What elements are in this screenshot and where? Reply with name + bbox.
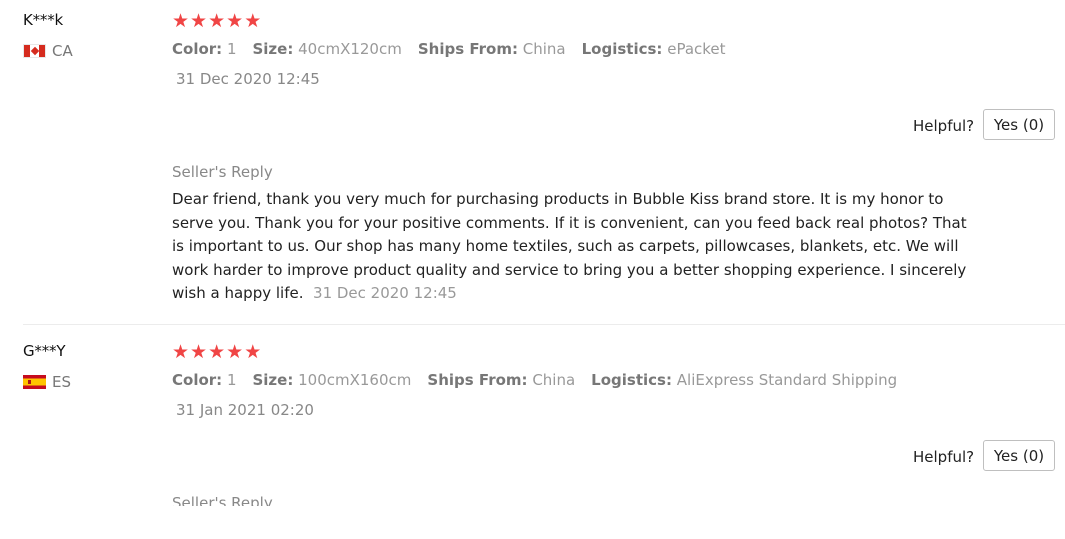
review-date: 31 Jan 2021 02:20 bbox=[176, 401, 314, 419]
attribute-logistics: Logistics: AliExpress Standard Shipping bbox=[591, 371, 898, 389]
seller-reply-date: 31 Dec 2020 12:45 bbox=[313, 284, 457, 303]
star-icon: ★ bbox=[172, 10, 190, 32]
seller-reply-message: Dear friend, thank you very much for pur… bbox=[172, 190, 967, 303]
reviewer-name: G***Y bbox=[23, 342, 66, 360]
attribute-logistics: Logistics: ePacket bbox=[581, 40, 726, 58]
attribute-ships-from: Ships From: China bbox=[427, 371, 576, 389]
attribute-color: Color: 1 bbox=[172, 40, 237, 58]
helpful-yes-button[interactable]: Yes (0) bbox=[983, 440, 1055, 471]
star-icon: ★ bbox=[244, 341, 262, 363]
star-rating: ★ ★ ★ ★ ★ bbox=[172, 12, 261, 31]
star-icon: ★ bbox=[208, 341, 226, 363]
star-rating: ★ ★ ★ ★ ★ bbox=[172, 343, 261, 362]
canada-flag-icon bbox=[23, 44, 46, 58]
review-date: 31 Dec 2020 12:45 bbox=[176, 70, 320, 88]
helpful-label: Helpful? bbox=[913, 117, 975, 135]
country-code: ES bbox=[52, 373, 71, 391]
helpful-label: Helpful? bbox=[913, 448, 975, 466]
product-attributes: Color: 1 Size: 40cmX120cm Ships From: Ch… bbox=[172, 40, 726, 58]
seller-reply-title: Seller's Reply bbox=[172, 163, 273, 181]
star-icon: ★ bbox=[226, 10, 244, 32]
seller-reply-text: Dear friend, thank you very much for pur… bbox=[172, 188, 977, 306]
star-icon: ★ bbox=[226, 341, 244, 363]
reviewer-name: K***k bbox=[23, 11, 64, 29]
attribute-size: Size: 40cmX120cm bbox=[252, 40, 402, 58]
helpful-yes-button[interactable]: Yes (0) bbox=[983, 109, 1055, 140]
attribute-ships-from: Ships From: China bbox=[417, 40, 566, 58]
reviewer-country: ES bbox=[23, 373, 71, 391]
seller-reply-title: Seller's Reply bbox=[172, 494, 273, 506]
star-icon: ★ bbox=[190, 10, 208, 32]
star-icon: ★ bbox=[190, 341, 208, 363]
attribute-color: Color: 1 bbox=[172, 371, 237, 389]
star-icon: ★ bbox=[172, 341, 190, 363]
spain-flag-icon bbox=[23, 375, 46, 389]
product-attributes: Color: 1 Size: 100cmX160cm Ships From: C… bbox=[172, 371, 897, 389]
star-icon: ★ bbox=[244, 10, 262, 32]
attribute-size: Size: 100cmX160cm bbox=[252, 371, 412, 389]
review-divider bbox=[23, 324, 1065, 325]
country-code: CA bbox=[52, 42, 73, 60]
reviewer-country: CA bbox=[23, 42, 73, 60]
star-icon: ★ bbox=[208, 10, 226, 32]
